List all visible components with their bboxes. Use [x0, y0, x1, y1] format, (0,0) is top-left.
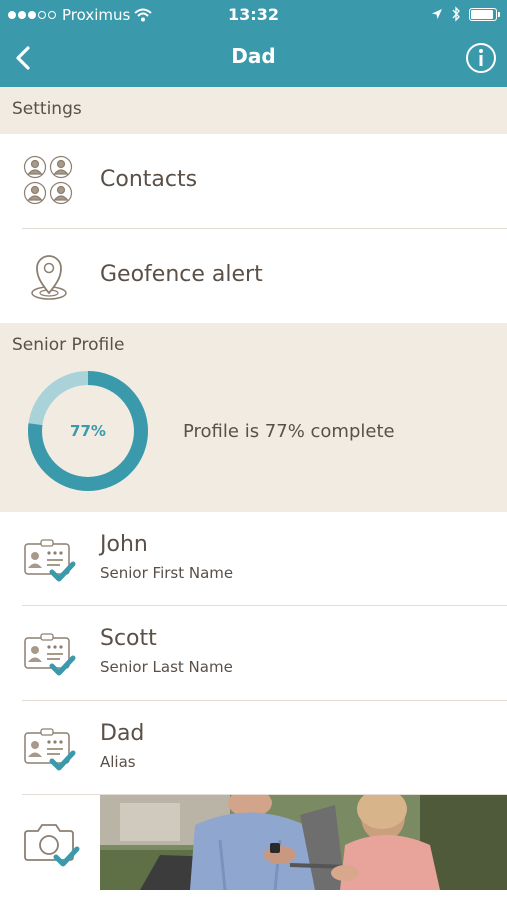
profile-photo-row[interactable]: [0, 795, 507, 890]
camera-check-icon: [24, 824, 80, 867]
alias-value: Dad: [100, 721, 145, 746]
first-name-label: Senior First Name: [100, 564, 234, 582]
alias-label: Alias: [100, 753, 136, 771]
navigation-bar: Dad: [0, 30, 507, 87]
location-arrow-icon: [432, 9, 442, 19]
info-icon[interactable]: [465, 42, 497, 74]
profile-completion-donut: 77%: [27, 370, 149, 492]
photo-illustration: [100, 795, 507, 890]
bluetooth-icon: [452, 6, 460, 22]
geofence-label: Geofence alert: [100, 262, 263, 287]
contacts-label: Contacts: [100, 167, 198, 192]
id-card-check-icon: [24, 728, 76, 771]
id-card-check-icon: [24, 539, 76, 582]
settings-section-header: Settings: [0, 87, 507, 134]
senior-profile-header-label: Senior Profile: [12, 335, 125, 355]
status-right: [431, 6, 500, 22]
status-bar: Proximus 13:32: [0, 0, 507, 30]
last-name-label: Senior Last Name: [100, 658, 233, 676]
profile-completion-percent: 77%: [70, 422, 106, 440]
battery-icon: [469, 7, 500, 21]
id-card-check-icon: [24, 633, 76, 676]
profile-completion-text: Profile is 77% complete: [183, 421, 395, 442]
senior-profile-photo: [100, 795, 507, 890]
contacts-icon: [23, 155, 73, 205]
profile-field-first-name[interactable]: John Senior First Name: [0, 512, 507, 606]
settings-item-contacts[interactable]: Contacts: [0, 134, 507, 229]
page-title: Dad: [231, 44, 276, 68]
profile-field-alias[interactable]: Dad Alias: [0, 701, 507, 795]
first-name-value: John: [100, 532, 148, 557]
settings-header-label: Settings: [12, 99, 82, 119]
location-pin-icon: [31, 255, 67, 300]
last-name-value: Scott: [100, 626, 157, 651]
settings-item-geofence-alert[interactable]: Geofence alert: [0, 229, 507, 323]
profile-field-last-name[interactable]: Scott Senior Last Name: [0, 606, 507, 701]
